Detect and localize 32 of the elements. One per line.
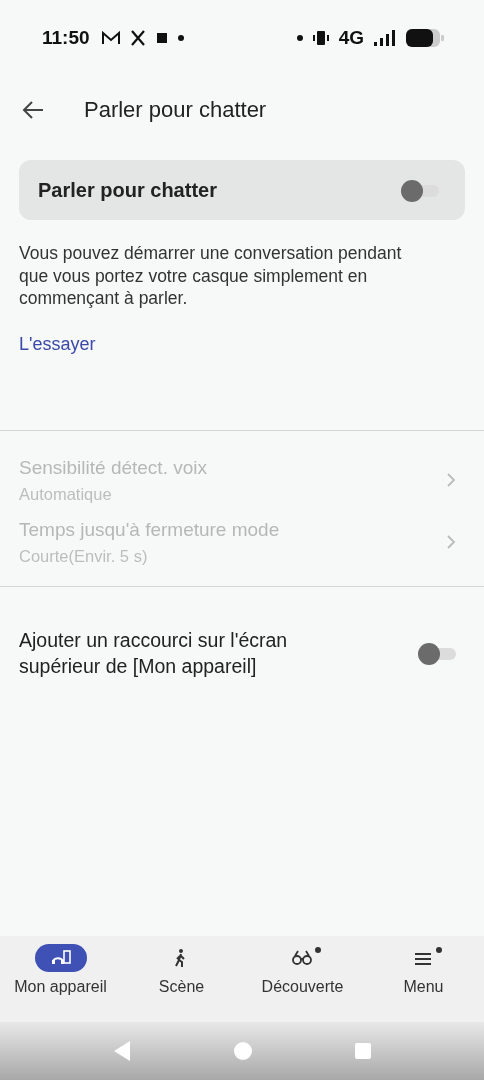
home-circle-icon (232, 1040, 254, 1062)
setting-value: Courte(Envir. 5 s) (19, 546, 149, 566)
dot-icon (177, 35, 184, 41)
chevron-icon (446, 534, 456, 550)
mail-icon (101, 31, 120, 45)
toggle-label: Parler pour chatter (38, 178, 217, 202)
setting-title: Sensibilité détect. voix (19, 456, 207, 479)
battery-icon (406, 29, 444, 47)
chevron-icon (446, 472, 456, 488)
recents-square-icon (354, 1042, 372, 1060)
page-title: Parler pour chatter (84, 97, 267, 123)
x-icon (129, 30, 146, 46)
toggle-switch[interactable] (418, 642, 456, 663)
setting-title: Temps jusqu'à fermeture mode (19, 518, 280, 541)
vibrate-icon (312, 30, 329, 46)
status-time: 11:50 (42, 27, 90, 49)
try-link[interactable]: L'essayer (19, 333, 96, 355)
nav-tab[interactable]: Mon appareil (0, 944, 121, 1022)
dot-icon (296, 35, 303, 41)
setting-value: Automatique (19, 484, 113, 504)
back-triangle-icon (112, 1040, 132, 1062)
signal-icon (374, 30, 396, 46)
nav-tab[interactable]: Menu (363, 944, 484, 1022)
network-type: 4G (338, 27, 364, 49)
back-arrow-icon (22, 100, 44, 120)
nav-tab[interactable]: Scène (121, 944, 242, 1022)
square-icon (155, 32, 168, 44)
binoculars-icon (291, 948, 314, 968)
nav-tab[interactable]: Découverte (242, 944, 363, 1022)
description-text: Vous pouvez démarrer une conversation pendant que vous portez votre casque simplement en commençant à parler. (19, 242, 403, 310)
toggle-label: Ajouter un raccourci sur l'écran supérieur de [Mon appareil] (19, 627, 289, 679)
toggle-switch[interactable] (401, 180, 439, 200)
